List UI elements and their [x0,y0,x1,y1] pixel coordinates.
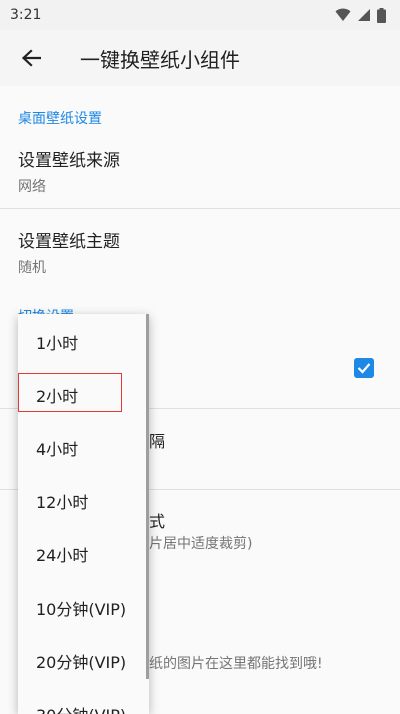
pref-title: 设置壁纸来源 [18,151,120,171]
pref-wallpaper-theme[interactable]: 设置壁纸主题 随机 [18,227,120,277]
status-icons [335,7,386,23]
pref-title: 设置壁纸主题 [18,232,120,252]
pref-mode-title: 式 [149,512,166,531]
pref-summary: 网络 [18,179,46,195]
pref-mode-summary: 片居中适度裁剪) [149,536,253,552]
check-icon [357,363,371,374]
status-time: 3:21 [10,7,42,23]
arrow-left-icon [21,49,41,67]
pref-interval-title: 隔 [149,432,166,451]
pref-wallpaper-source[interactable]: 设置壁纸来源 网络 [18,146,120,196]
wifi-icon [335,8,351,21]
selection-highlight [18,373,122,412]
pref-summary: 随机 [18,260,46,276]
dropdown-option-12h[interactable]: 12小时 [18,474,149,527]
page-title: 一键换壁纸小组件 [80,47,240,72]
interval-dropdown[interactable]: 1小时 2小时 4小时 12小时 24小时 10分钟(VIP) 20分钟(VIP… [18,314,149,714]
dropdown-option-4h[interactable]: 4小时 [18,421,149,474]
dropdown-option-20min[interactable]: 20分钟(VIP) [18,634,149,687]
back-button[interactable] [0,30,62,86]
signal-icon [358,9,370,21]
dropdown-option-1h[interactable]: 1小时 [18,315,149,368]
battery-icon [377,7,386,23]
auto-switch-checkbox[interactable] [354,358,374,378]
dropdown-option-24h[interactable]: 24小时 [18,527,149,580]
app-bar: 一键换壁纸小组件 [0,30,400,86]
dropdown-scrollbar[interactable] [146,314,149,679]
footer-note: 纸的图片在这里都能找到哦! [149,656,323,672]
status-bar: 3:21 [0,0,400,30]
divider [0,208,400,209]
section-header-desktop: 桌面壁纸设置 [18,111,102,127]
dropdown-option-10min[interactable]: 10分钟(VIP) [18,581,149,634]
